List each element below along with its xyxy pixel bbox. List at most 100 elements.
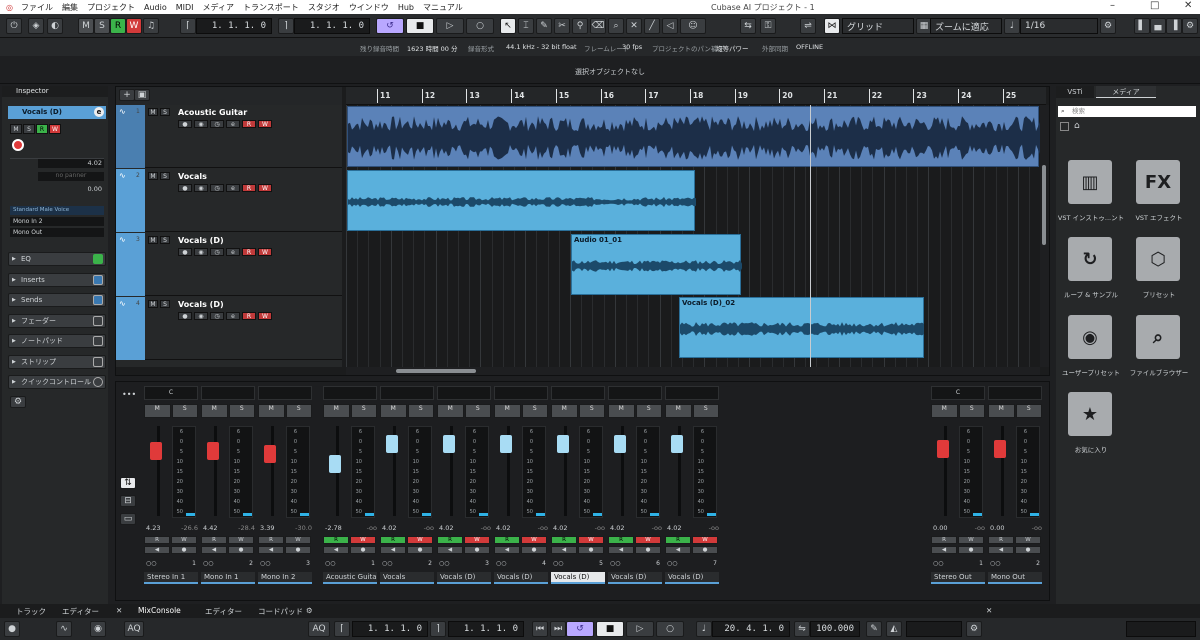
record-enable-button[interactable]: ● xyxy=(635,545,661,554)
link-icon[interactable]: ○○ xyxy=(933,560,943,570)
channel-name[interactable]: Vocals (D) xyxy=(437,572,491,584)
solo-button[interactable]: S xyxy=(1015,404,1042,418)
mute-button[interactable]: M xyxy=(258,404,285,418)
volume-value[interactable]: 4.02 xyxy=(667,524,681,532)
link-icon[interactable]: ○○ xyxy=(203,560,213,570)
pan-slot[interactable] xyxy=(258,386,312,400)
lower-zone-settings-icon[interactable]: ⚙ xyxy=(306,606,313,615)
peak-value[interactable]: -oo xyxy=(709,524,719,532)
fader-handle[interactable] xyxy=(386,435,398,453)
channel-fader[interactable] xyxy=(147,426,172,516)
mute-tool[interactable]: ✕ xyxy=(626,18,642,34)
peak-value[interactable]: -30.0 xyxy=(295,524,312,532)
write-button[interactable]: W xyxy=(1015,536,1041,544)
read-icon[interactable]: R xyxy=(242,248,256,256)
channel-fader[interactable] xyxy=(934,426,959,516)
close-icon[interactable]: ✕ xyxy=(1184,0,1192,11)
menu-window[interactable]: ウインドウ xyxy=(349,2,389,13)
link-icon[interactable]: ○○ xyxy=(496,560,506,570)
menu-file[interactable]: ファイル xyxy=(21,2,53,13)
pan-slot[interactable]: C xyxy=(931,386,985,400)
write-button[interactable]: W xyxy=(350,536,376,544)
inspector-preset[interactable]: Standard Male Voice xyxy=(10,206,104,215)
menu-manual[interactable]: マニュアル xyxy=(423,2,463,13)
edit-icon[interactable]: e xyxy=(226,184,240,192)
tab-editor-left[interactable]: エディター xyxy=(62,606,99,617)
read-button[interactable]: R xyxy=(665,536,691,544)
home-icon[interactable]: ⌂ xyxy=(1074,121,1080,131)
inspector-section-strip[interactable]: ストリップ xyxy=(8,355,106,369)
object-selection-tool[interactable]: ↖ xyxy=(500,18,516,34)
snap-lock-button[interactable]: ⚿ xyxy=(760,18,776,34)
info-record-format-value[interactable]: 44.1 kHz - 32 bit float xyxy=(506,43,577,51)
edit-icon[interactable]: e xyxy=(226,248,240,256)
menu-transport[interactable]: トランスポート xyxy=(243,2,299,13)
channel-name[interactable]: Mono In 1 xyxy=(201,572,255,584)
inspector-tab[interactable]: Inspector xyxy=(2,86,108,97)
channel-fader[interactable] xyxy=(326,426,351,516)
tab-vsti[interactable]: VSTi xyxy=(1056,86,1094,98)
volume-value[interactable]: 4.02 xyxy=(610,524,624,532)
inspector-section-notepad[interactable]: ノートパッド xyxy=(8,334,106,348)
click-button[interactable]: ◭ xyxy=(886,621,902,637)
quantize-select[interactable]: 1/16 xyxy=(1020,18,1098,34)
transport-position-display[interactable]: 20. 4. 1. 0 xyxy=(712,621,790,637)
mute-button[interactable]: M xyxy=(665,404,692,418)
record-enable-button[interactable]: ● xyxy=(521,545,547,554)
speech-bubble-button[interactable]: ☺ xyxy=(680,18,706,34)
read-button[interactable]: R xyxy=(551,536,577,544)
inspector-mute-button[interactable]: M xyxy=(10,124,22,134)
mute-button[interactable]: M xyxy=(380,404,407,418)
record-button[interactable]: ○ xyxy=(466,18,494,34)
monitor-button[interactable]: ◀ xyxy=(931,545,957,554)
write-all-button[interactable]: W xyxy=(126,18,142,34)
audio-event-acoustic-guitar[interactable] xyxy=(347,106,1040,167)
fader-handle[interactable] xyxy=(937,440,949,458)
timebase-icon[interactable]: ◷ xyxy=(210,312,224,320)
mute-button[interactable]: M xyxy=(988,404,1015,418)
peak-value[interactable]: -28.4 xyxy=(238,524,255,532)
menu-midi[interactable]: MIDI xyxy=(176,3,194,12)
tap-tempo-button[interactable]: ✎ xyxy=(866,621,882,637)
mute-button[interactable]: M xyxy=(494,404,521,418)
pan-slot[interactable] xyxy=(988,386,1042,400)
link-icon[interactable]: ○○ xyxy=(325,560,335,570)
record-enable-icon[interactable]: ● xyxy=(178,248,192,256)
peak-value[interactable]: -oo xyxy=(538,524,548,532)
write-button[interactable]: W xyxy=(285,536,311,544)
track-name[interactable]: Acoustic Guitar xyxy=(178,108,247,117)
pan-slot[interactable] xyxy=(608,386,662,400)
read-all-button[interactable]: R xyxy=(110,18,126,34)
write-button[interactable]: W xyxy=(228,536,254,544)
write-button[interactable]: W xyxy=(464,536,490,544)
channel-fader[interactable] xyxy=(611,426,636,516)
volume-value[interactable]: 3.39 xyxy=(260,524,274,532)
mute-button[interactable]: M xyxy=(931,404,958,418)
glue-tool[interactable]: ⚲ xyxy=(572,18,588,34)
tab-chord-pads[interactable]: コードパッド xyxy=(258,606,303,617)
record-enable-icon[interactable]: ● xyxy=(178,184,192,192)
pan-slot[interactable] xyxy=(551,386,605,400)
zoom-mode-select[interactable]: ズームに適応 xyxy=(930,18,1002,34)
transport-rewind-button[interactable]: ⏮ xyxy=(532,621,548,637)
inspector-pan-field[interactable]: no panner xyxy=(38,172,104,181)
tab-tracks[interactable]: トラック xyxy=(16,606,46,617)
inspector-pan-value[interactable]: 0.00 xyxy=(38,185,104,194)
channel-name[interactable]: Vocals (D) xyxy=(551,572,605,584)
track-solo-button[interactable]: S xyxy=(160,300,170,308)
write-icon[interactable]: W xyxy=(258,120,272,128)
track-name[interactable]: Vocals (D) xyxy=(178,300,224,309)
play-tool[interactable]: ◁ xyxy=(662,18,678,34)
fader-handle[interactable] xyxy=(994,440,1006,458)
channel-fader[interactable] xyxy=(204,426,229,516)
fader-handle[interactable] xyxy=(614,435,626,453)
solo-button[interactable]: S xyxy=(285,404,312,418)
volume-value[interactable]: 0.00 xyxy=(933,524,947,532)
read-icon[interactable]: R xyxy=(242,312,256,320)
monitor-button[interactable]: ◀ xyxy=(608,545,634,554)
track-solo-button[interactable]: S xyxy=(160,172,170,180)
go-to-right-locator-button[interactable]: ⌉ xyxy=(278,18,294,34)
inspector-solo-button[interactable]: S xyxy=(23,124,35,134)
inspector-section-fader[interactable]: フェーダー xyxy=(8,314,106,328)
auto-scroll-button[interactable]: ⇌ xyxy=(800,18,816,34)
